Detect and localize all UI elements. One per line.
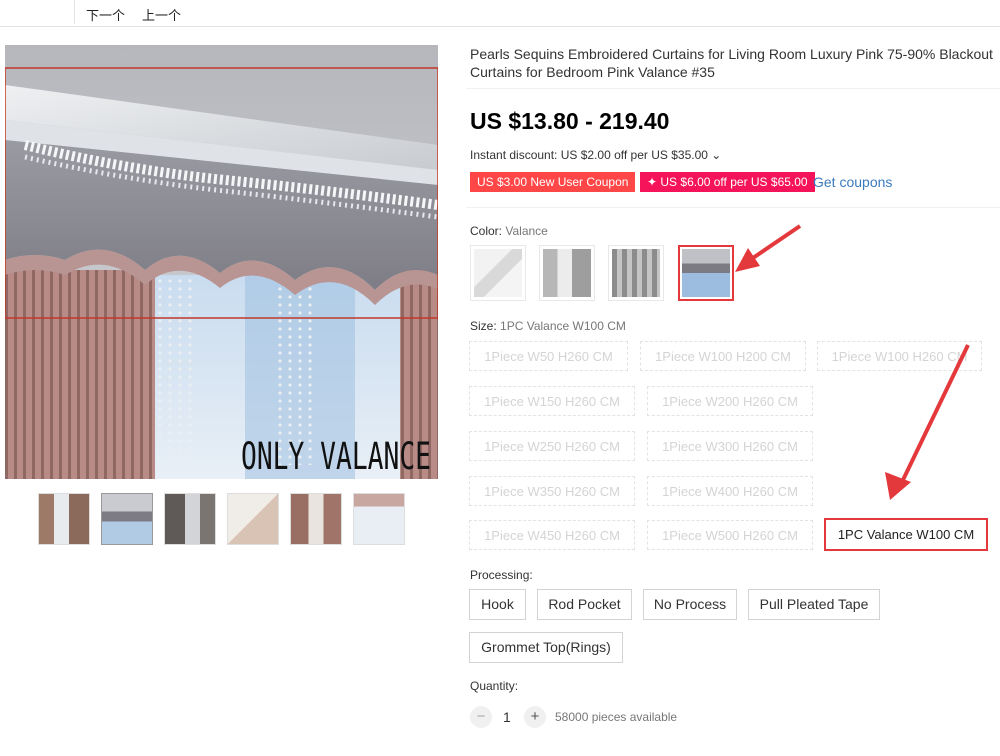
quantity-decrease-button[interactable]: −	[470, 706, 492, 728]
color-label: Color: Valance	[470, 224, 548, 238]
size-option-selected[interactable]: 1PC Valance W100 CM	[824, 518, 988, 551]
size-option[interactable]: 1Piece W400 H260 CM	[647, 476, 813, 506]
arrow-head-1	[735, 248, 760, 272]
previous-button[interactable]: 上一个	[142, 5, 181, 24]
processing-option-grommet-top[interactable]: Grommet Top(Rings)	[469, 632, 623, 663]
product-price: US $13.80 - 219.40	[470, 108, 670, 134]
size-option[interactable]: 1Piece W100 H200 CM	[640, 341, 806, 371]
instant-discount[interactable]: Instant discount: US $2.00 off per US $3…	[470, 148, 721, 162]
arrow-line-1	[748, 224, 802, 262]
search-field[interactable]	[0, 0, 75, 24]
size-label: Size: 1PC Valance W100 CM	[470, 319, 626, 333]
thumbnail-4[interactable]	[227, 493, 279, 545]
color-selected-value: Valance	[505, 224, 548, 238]
color-swatch-valance[interactable]	[678, 245, 734, 301]
only-valance-label: ONLY VALANCE	[241, 435, 431, 478]
processing-label: Processing:	[470, 568, 533, 582]
size-option[interactable]: 1Piece W450 H260 CM	[469, 520, 635, 550]
size-option[interactable]: 1Piece W500 H260 CM	[647, 520, 813, 550]
size-selected-value: 1PC Valance W100 CM	[500, 319, 626, 333]
divider	[466, 207, 1000, 208]
size-option[interactable]: 1Piece W200 H260 CM	[647, 386, 813, 416]
size-option[interactable]: 1Piece W300 H260 CM	[647, 431, 813, 461]
store-coupon[interactable]: ✦ US $6.00 off per US $65.00	[640, 172, 815, 192]
thumbnail-6[interactable]	[353, 493, 405, 545]
size-option[interactable]: 1Piece W250 H260 CM	[469, 431, 635, 461]
valance-curtain-photo: ONLY VALANCE	[5, 45, 438, 479]
new-user-coupon[interactable]: US $3.00 New User Coupon	[470, 172, 636, 192]
thumbnail-strip	[38, 493, 408, 545]
quantity-value[interactable]: 1	[503, 709, 511, 725]
product-title: Pearls Sequins Embroidered Curtains for …	[470, 46, 993, 80]
top-bar: 下一个 上一个	[0, 0, 1000, 27]
thumbnail-5[interactable]	[290, 493, 342, 545]
get-coupons-link[interactable]: Get coupons	[813, 174, 892, 190]
color-swatch-2[interactable]	[539, 245, 595, 301]
processing-option-rod-pocket[interactable]: Rod Pocket	[537, 589, 632, 620]
size-option[interactable]: 1Piece W50 H260 CM	[469, 341, 628, 371]
processing-option-pull-pleated-tape[interactable]: Pull Pleated Tape	[748, 589, 880, 620]
color-swatch-3[interactable]	[608, 245, 664, 301]
size-option[interactable]: 1Piece W150 H260 CM	[469, 386, 635, 416]
processing-option-hook[interactable]: Hook	[469, 589, 526, 620]
main-product-image[interactable]: ONLY VALANCE	[5, 45, 438, 479]
stock-available: 58000 pieces available	[555, 710, 678, 724]
size-label-text: Size:	[470, 319, 497, 333]
divider	[466, 88, 1000, 89]
processing-option-no-process[interactable]: No Process	[643, 589, 737, 620]
color-label-text: Color:	[470, 224, 503, 238]
color-swatch-1[interactable]	[470, 245, 526, 301]
size-option[interactable]: 1Piece W350 H260 CM	[469, 476, 635, 506]
arrow-head-2	[885, 472, 911, 500]
thumbnail-1[interactable]	[38, 493, 90, 545]
next-button[interactable]: 下一个	[86, 5, 125, 24]
quantity-label: Quantity:	[470, 679, 519, 693]
thumbnail-2[interactable]	[101, 493, 153, 545]
size-option[interactable]: 1Piece W100 H260 CM	[817, 341, 982, 371]
quantity-increase-button[interactable]: +	[524, 706, 546, 728]
thumbnail-3[interactable]	[164, 493, 216, 545]
